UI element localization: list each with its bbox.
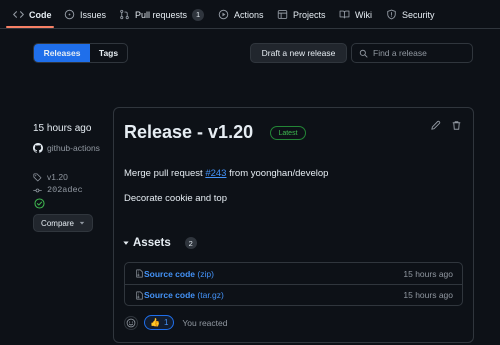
add-reaction-smiley-icon[interactable] (124, 315, 138, 330)
asset-download-link[interactable]: Source code (tar.gz) (144, 290, 224, 300)
release-published-time: 15 hours ago (33, 123, 92, 134)
asset-row: Source code (tar.gz) 15 hours ago (125, 284, 462, 305)
repo-nav: Code Issues Pull requests 1 Actions Proj… (0, 0, 500, 29)
assets-heading: Assets (133, 237, 171, 249)
tab-wiki[interactable]: Wiki (339, 0, 372, 29)
tab-projects[interactable]: Projects (277, 0, 326, 29)
releases-tags-toggle: Releases Tags (33, 43, 128, 63)
triangle-down-icon (79, 220, 85, 226)
search-icon (359, 49, 368, 58)
release-author[interactable]: github-actions (33, 142, 105, 154)
compare-button[interactable]: Compare (33, 214, 93, 232)
tab-code[interactable]: Code (13, 0, 52, 29)
asset-name: Source code (144, 290, 196, 300)
release-commit[interactable]: 202adec (33, 185, 83, 195)
assets-count-badge: 2 (184, 237, 197, 249)
tab-actions[interactable]: Actions (218, 0, 264, 29)
assets-toggle[interactable]: Assets 2 (123, 237, 197, 249)
reactions-row: 👍 1 You reacted (124, 315, 227, 330)
asset-name: Source code (144, 268, 196, 279)
tab-pull-requests-label: Pull requests (135, 9, 188, 20)
tag-icon (33, 172, 42, 182)
asset-time: 15 hours ago (403, 268, 453, 279)
tab-projects-label: Projects (293, 9, 326, 20)
triangle-down-icon (123, 240, 129, 246)
asset-time: 15 hours ago (403, 290, 453, 300)
delete-release-trash-icon[interactable] (451, 120, 462, 131)
release-tag-label: v1.20 (47, 172, 68, 182)
release-commit-sha: 202adec (47, 185, 83, 195)
release-title[interactable]: Release - v1.20 (124, 122, 253, 143)
file-zip-icon (135, 269, 144, 278)
tab-code-label: Code (29, 9, 52, 20)
release-tag[interactable]: v1.20 (33, 172, 68, 182)
asset-kind: (tar.gz) (197, 290, 224, 300)
tab-pull-requests[interactable]: Pull requests 1 (119, 0, 205, 29)
find-release-input[interactable] (373, 48, 468, 58)
tab-actions-label: Actions (234, 9, 264, 20)
draft-new-release-button[interactable]: Draft a new release (250, 43, 347, 63)
play-icon (218, 9, 229, 20)
tab-wiki-label: Wiki (355, 9, 372, 20)
thumbs-up-emoji: 👍 (150, 318, 160, 327)
git-commit-icon (33, 186, 42, 195)
asset-row: Source code (zip) 15 hours ago (125, 263, 462, 284)
code-icon (13, 9, 24, 20)
find-release-search (351, 43, 473, 63)
edit-release-pencil-icon[interactable] (430, 120, 441, 131)
release-author-name: github-actions (47, 143, 100, 153)
github-mark-icon (33, 143, 43, 153)
pull-requests-count: 1 (192, 8, 205, 21)
release-notes-line-1: Merge pull request #243 from yoonghan/de… (124, 168, 328, 179)
thumbs-up-reaction-button[interactable]: 👍 1 (144, 315, 175, 330)
table-icon (277, 9, 288, 20)
latest-badge: Latest (270, 126, 306, 140)
releases-tab-button[interactable]: Releases (34, 44, 90, 62)
issue-opened-icon (64, 9, 75, 20)
release-notes-text: Merge pull request (124, 168, 206, 179)
tab-security[interactable]: Security (386, 0, 435, 29)
assets-list: Source code (zip) 15 hours ago Source co… (124, 262, 463, 306)
verified-check-icon[interactable] (34, 198, 45, 209)
tags-tab-button[interactable]: Tags (90, 44, 127, 62)
git-pull-request-icon (119, 9, 130, 20)
reaction-count: 1 (163, 318, 169, 327)
tab-security-label: Security (402, 9, 435, 20)
tab-issues[interactable]: Issues (64, 0, 106, 29)
you-reacted-text: You reacted (182, 317, 228, 328)
asset-kind: (zip) (197, 268, 214, 279)
release-card: Release - v1.20 Latest Merge pull reques… (113, 107, 474, 343)
release-notes-text: from yoonghan/develop (226, 168, 329, 179)
active-tab-underline (6, 26, 54, 28)
book-icon (339, 9, 350, 20)
pull-request-link[interactable]: #243 (205, 168, 226, 179)
file-zip-icon (135, 290, 144, 300)
asset-download-link[interactable]: Source code (zip) (144, 269, 214, 279)
shield-icon (386, 9, 397, 20)
compare-button-label: Compare (41, 218, 74, 228)
release-notes-line-2: Decorate cookie and top (124, 193, 227, 204)
tab-issues-label: Issues (80, 9, 107, 20)
